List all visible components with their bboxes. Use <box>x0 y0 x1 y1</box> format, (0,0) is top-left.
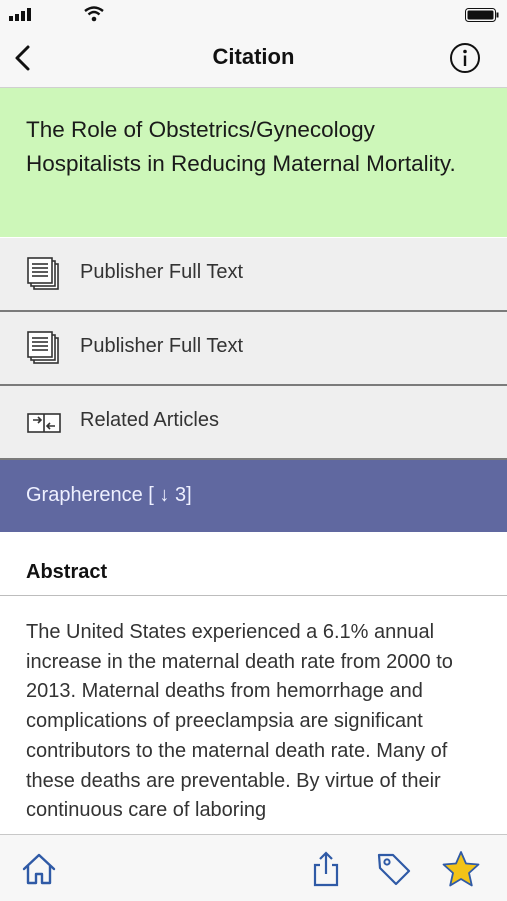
signal-icon <box>9 8 31 21</box>
document-stack-icon <box>27 331 59 364</box>
page-title: Citation <box>212 44 295 69</box>
publisher-full-text-label: Publisher Full Text <box>80 261 244 283</box>
status-bar <box>0 0 507 30</box>
info-icon[interactable] <box>449 42 481 74</box>
publisher-full-text-row-1[interactable]: Publisher Full Text <box>0 238 507 312</box>
wifi-icon <box>84 6 104 22</box>
navigation-bar: Citation <box>0 30 507 88</box>
grapherence-label: Grapherence [ ↓ 3] <box>26 484 192 506</box>
tag-icon[interactable] <box>374 849 414 889</box>
battery-icon <box>465 8 499 22</box>
article-title-block: The Role of Obstetrics/Gynecology Hospit… <box>0 88 507 237</box>
abstract-heading: Abstract <box>26 561 108 583</box>
abstract-text: The United States experienced a 6.1% ann… <box>26 621 453 822</box>
related-articles-label: Related Articles <box>80 409 219 431</box>
abstract-header: Abstract <box>0 533 507 596</box>
home-icon[interactable] <box>19 849 59 889</box>
star-icon[interactable] <box>441 849 481 889</box>
publisher-full-text-row-2[interactable]: Publisher Full Text <box>0 312 507 386</box>
related-articles-icon <box>27 413 61 433</box>
bottom-toolbar <box>0 834 507 901</box>
document-stack-icon <box>27 257 59 290</box>
grapherence-button[interactable]: Grapherence [ ↓ 3] <box>0 460 507 532</box>
article-title: The Role of Obstetrics/Gynecology Hospit… <box>26 117 456 176</box>
share-icon[interactable] <box>306 849 346 889</box>
related-articles-row[interactable]: Related Articles <box>0 386 507 460</box>
publisher-full-text-label: Publisher Full Text <box>80 335 244 357</box>
